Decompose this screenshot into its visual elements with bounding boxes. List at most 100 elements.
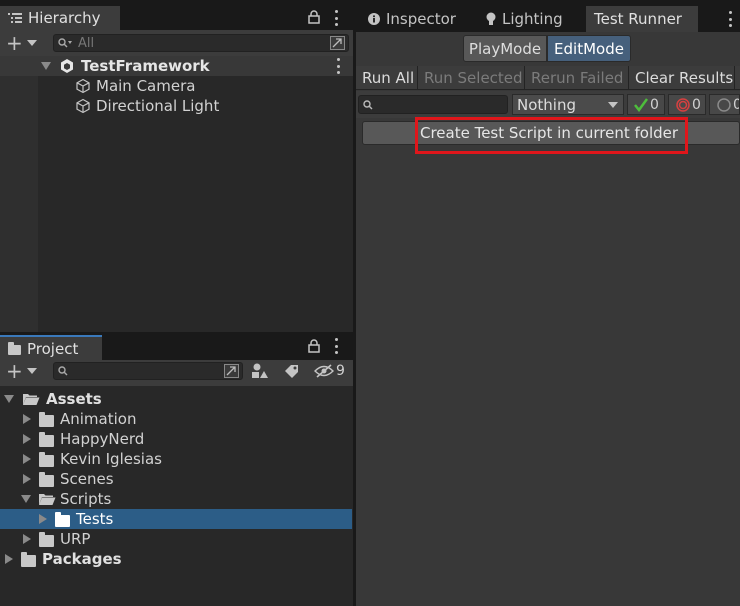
hierarchy-item-directional-light[interactable]: Directional Light (75, 96, 219, 116)
project-add-button[interactable]: + (6, 359, 40, 383)
folder-icon (21, 551, 36, 567)
hidden-packages-count: 9 (336, 363, 345, 379)
project-row-scenes[interactable]: Scenes (23, 469, 114, 489)
test-runner-body (356, 32, 740, 606)
expand-arrow-icon[interactable] (23, 534, 31, 544)
expand-arrow-icon[interactable] (23, 434, 31, 444)
search-scene-icon[interactable] (330, 36, 345, 50)
lock-icon[interactable] (308, 339, 320, 353)
label-tag-icon[interactable] (284, 364, 300, 378)
eye-hidden-icon (314, 364, 334, 378)
project-row-label: Kevin Iglesias (60, 450, 162, 468)
skipped-circle-icon (717, 97, 731, 112)
rerun-failed-label: Rerun Failed (531, 69, 624, 87)
add-button[interactable]: + (6, 31, 40, 55)
project-row-tests[interactable]: Tests (39, 509, 113, 529)
hierarchy-menu-icon[interactable] (331, 10, 341, 26)
folder-icon (39, 451, 54, 467)
project-row-label: HappyNerd (60, 430, 145, 448)
project-row-scripts[interactable]: Scripts (21, 489, 111, 509)
skipped-filter-toggle[interactable]: 0 (709, 94, 740, 115)
run-selected-label: Run Selected (424, 69, 523, 87)
tab-project[interactable]: Project (0, 335, 102, 360)
playmode-button[interactable]: PlayMode (463, 35, 547, 62)
chevron-down-icon (26, 368, 37, 374)
hierarchy-root-row[interactable]: TestFramework (41, 56, 353, 76)
plus-icon: + (6, 359, 23, 383)
project-row-animation[interactable]: Animation (23, 409, 136, 429)
tab-hierarchy-label: Hierarchy (28, 9, 101, 27)
expand-arrow-icon[interactable] (23, 474, 31, 484)
expand-arrow-icon[interactable] (5, 554, 13, 564)
expand-arrow-icon[interactable] (21, 495, 31, 503)
passed-filter-toggle[interactable]: 0 (627, 94, 665, 115)
run-all-label: Run All (362, 69, 415, 87)
category-filter-value: Nothing (517, 95, 576, 114)
project-row-label: Tests (76, 510, 114, 528)
hidden-packages-toggle[interactable]: 9 (314, 362, 345, 380)
hierarchy-search-placeholder: All (78, 35, 95, 51)
plus-icon: + (6, 31, 23, 55)
failed-circle-icon (676, 97, 690, 112)
tab-inspector[interactable]: Inspector (360, 6, 472, 32)
project-row-label: Scripts (60, 490, 112, 508)
expand-arrow-icon[interactable] (23, 454, 31, 464)
expand-arrow-icon[interactable] (4, 395, 14, 403)
run-selected-button[interactable]: Run Selected (418, 66, 525, 90)
run-all-button[interactable]: Run All (356, 66, 418, 90)
skipped-count: 0 (733, 97, 739, 113)
right-panel-menu-icon[interactable] (725, 11, 735, 27)
cube-icon (75, 98, 91, 114)
project-row-packages[interactable]: Packages (5, 549, 122, 569)
folder-icon (8, 341, 21, 355)
search-scene-icon[interactable] (224, 364, 239, 378)
project-row-urp[interactable]: URP (23, 529, 90, 549)
project-row-assets[interactable]: Assets (4, 389, 102, 409)
hierarchy-search-input[interactable]: All (53, 34, 349, 52)
failed-count: 0 (692, 96, 701, 113)
filter-by-type-icon[interactable] (251, 363, 269, 379)
project-row-happynerd[interactable]: HappyNerd (23, 429, 144, 449)
project-menu-icon[interactable] (331, 338, 341, 354)
editmode-button[interactable]: EditMode (547, 35, 631, 62)
tab-lighting[interactable]: Lighting (478, 6, 582, 32)
tab-test-runner[interactable]: Test Runner (586, 6, 698, 32)
create-test-script-button[interactable]: Create Test Script in current folder (362, 121, 740, 145)
hierarchy-item-main-camera[interactable]: Main Camera (75, 76, 195, 96)
hierarchy-item-label: Directional Light (96, 97, 220, 115)
root-menu-icon[interactable] (333, 58, 343, 74)
open-folder-icon (22, 392, 40, 406)
rerun-failed-button[interactable]: Rerun Failed (525, 66, 629, 90)
tab-hierarchy[interactable]: Hierarchy (0, 6, 120, 30)
folder-icon (39, 411, 54, 427)
clear-results-button[interactable]: Clear Results (629, 66, 735, 90)
playmode-label: PlayMode (468, 39, 542, 58)
tab-test-runner-label: Test Runner (594, 10, 682, 28)
checkmark-icon (634, 97, 648, 112)
hierarchy-item-label: Main Camera (96, 77, 196, 95)
category-filter-dropdown[interactable]: Nothing (512, 94, 624, 115)
hierarchy-gutter (0, 56, 38, 332)
editmode-label: EditMode (554, 39, 624, 58)
project-row-label: Packages (42, 550, 122, 568)
project-search-input[interactable] (53, 362, 243, 380)
project-row-label: Scenes (60, 470, 114, 488)
search-icon (363, 99, 375, 110)
expand-arrow-icon[interactable] (23, 414, 31, 424)
project-row-label: URP (60, 530, 91, 548)
folder-icon (39, 531, 54, 547)
create-test-script-label: Create Test Script in current folder (419, 124, 679, 142)
open-folder-icon (38, 492, 56, 506)
clear-results-label: Clear Results (635, 69, 734, 87)
test-search-input[interactable] (358, 95, 508, 114)
search-icon (58, 366, 70, 376)
project-row-kevin-iglesias[interactable]: Kevin Iglesias (23, 449, 162, 469)
expand-arrow-icon[interactable] (39, 514, 47, 524)
tab-project-label: Project (27, 339, 79, 358)
failed-filter-toggle[interactable]: 0 (668, 94, 706, 115)
lock-icon[interactable] (308, 10, 320, 24)
info-icon (368, 13, 380, 25)
cube-icon (75, 78, 91, 94)
expand-arrow-icon[interactable] (41, 62, 51, 70)
tab-inspector-label: Inspector (386, 10, 456, 28)
